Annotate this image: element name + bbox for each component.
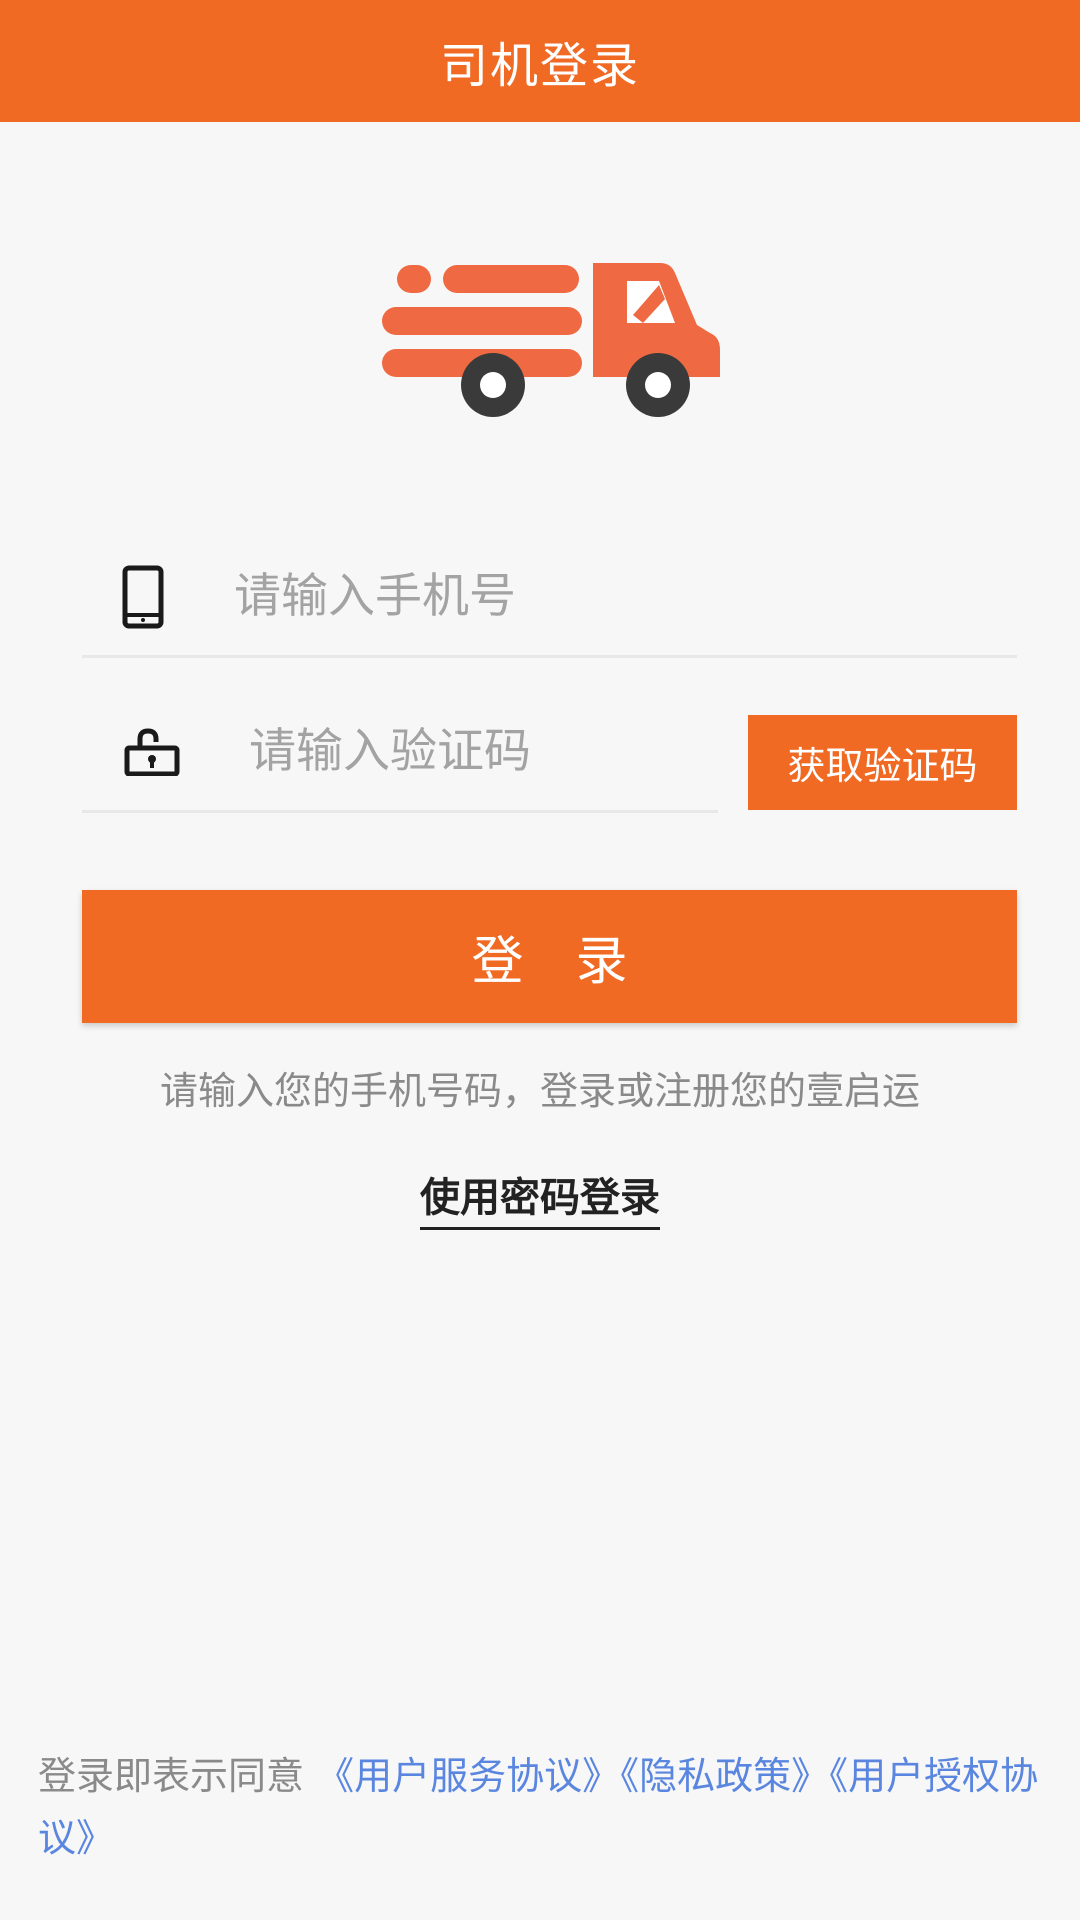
page-title: 司机登录	[439, 38, 640, 94]
agreement-text: 登录即表示同意 《用户服务协议》《隐私政策》《用户授权协议》	[38, 1745, 1048, 1869]
code-field-row	[82, 700, 718, 813]
password-login-container: 使用密码登录	[0, 1165, 1080, 1230]
lock-icon	[124, 728, 180, 776]
agreement-prefix: 登录即表示同意	[38, 1754, 317, 1798]
get-code-button[interactable]: 获取验证码	[748, 715, 1017, 810]
privacy-policy-link[interactable]: 《隐私政策》	[620, 1754, 829, 1798]
password-login-link[interactable]: 使用密码登录	[420, 1165, 660, 1230]
app-header: 司机登录	[0, 0, 1080, 122]
login-hint-text: 请输入您的手机号码，登录或注册您的壹启运	[159, 1069, 920, 1113]
phone-input[interactable]	[232, 545, 996, 647]
truck-logo-icon	[382, 263, 720, 417]
phone-field-row	[82, 545, 1017, 658]
verification-code-input[interactable]	[247, 700, 711, 802]
user-service-agreement-link[interactable]: 《用户服务协议》	[316, 1754, 620, 1798]
phone-icon	[122, 565, 164, 629]
login-button[interactable]: 登 录	[82, 890, 1017, 1023]
